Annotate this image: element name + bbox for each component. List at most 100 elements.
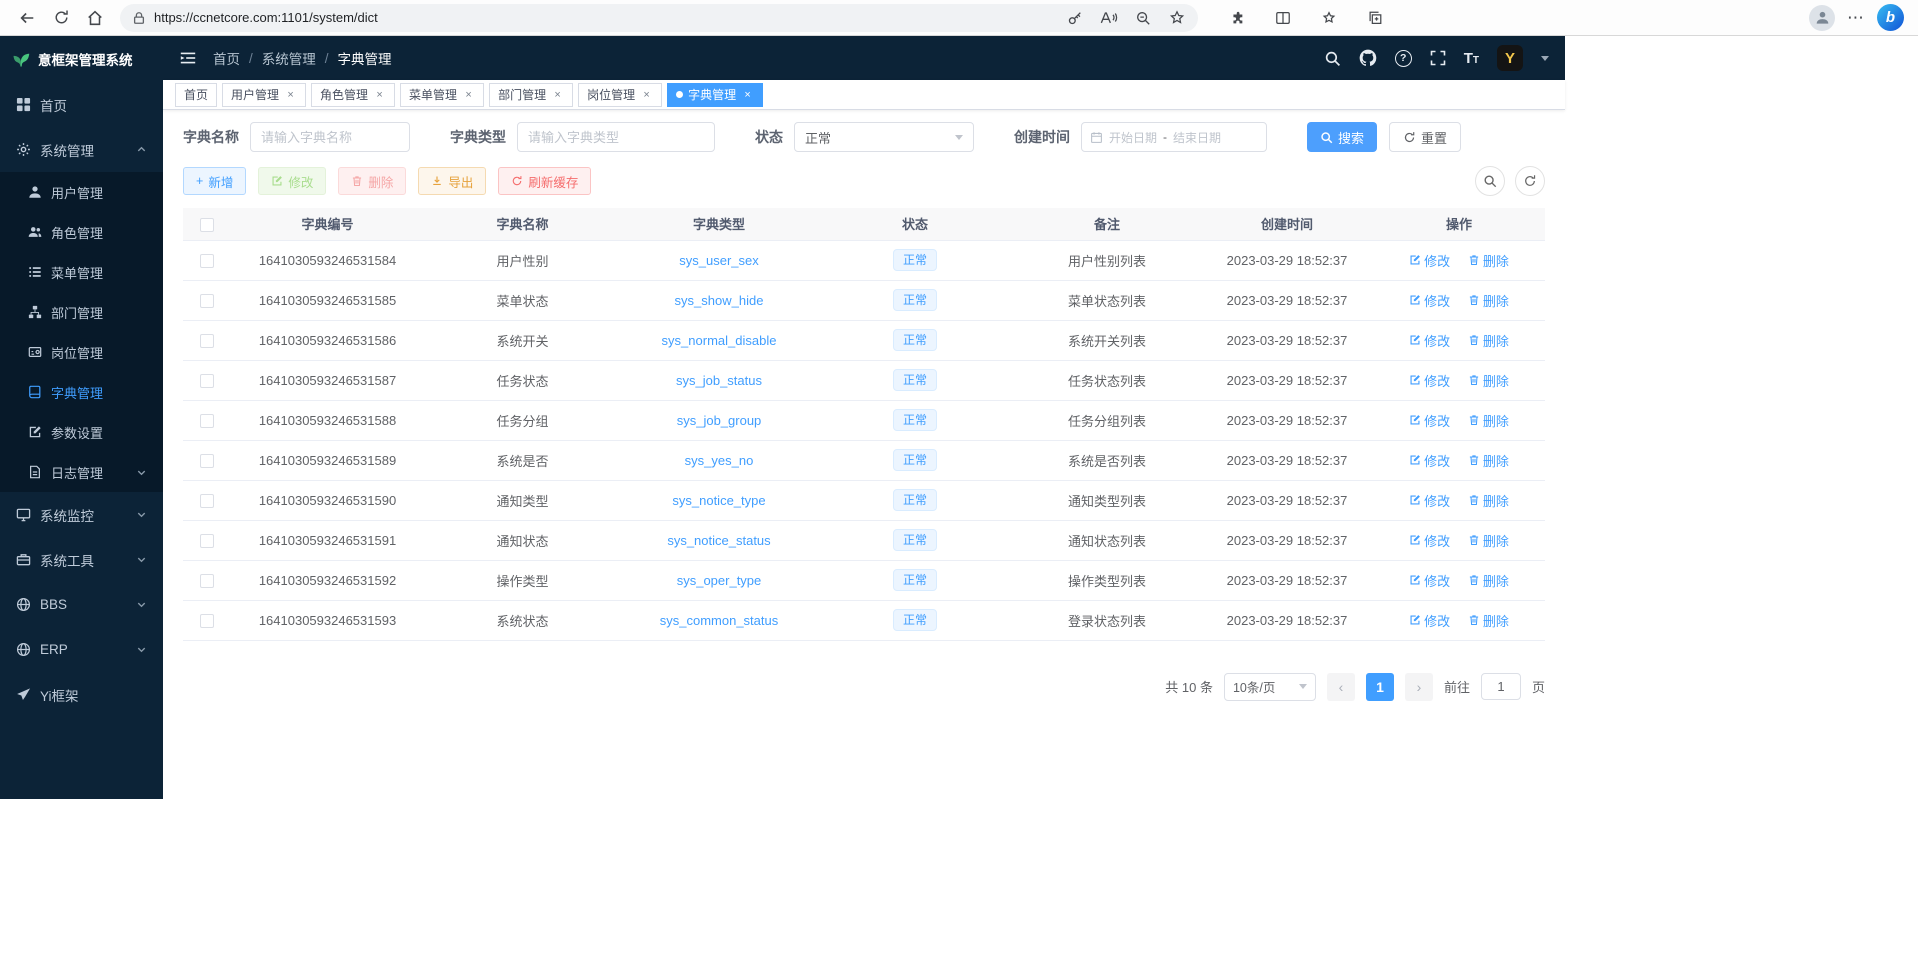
goto-page-input[interactable] <box>1481 673 1521 700</box>
github-link[interactable] <box>1359 49 1377 67</box>
reset-button[interactable]: 重置 <box>1389 122 1461 152</box>
favorites-star-icon[interactable] <box>1312 4 1346 32</box>
row-delete-link[interactable]: 删除 <box>1468 451 1509 470</box>
collections-icon[interactable] <box>1358 4 1392 32</box>
row-edit-link[interactable]: 修改 <box>1409 411 1450 430</box>
tab-dept-mgmt[interactable]: 部门管理× <box>489 83 573 107</box>
help-icon[interactable]: ? <box>1395 50 1412 67</box>
browser-settings-more-icon[interactable]: ⋯ <box>1847 8 1865 28</box>
breadcrumb-system[interactable]: 系统管理 <box>262 48 316 68</box>
sidebar-item-home[interactable]: 首页 <box>0 82 163 127</box>
row-checkbox[interactable] <box>200 294 214 308</box>
dict-type-link[interactable]: sys_common_status <box>660 613 779 628</box>
tab-dict-mgmt[interactable]: 字典管理× <box>667 83 763 107</box>
row-checkbox[interactable] <box>200 494 214 508</box>
delete-button[interactable]: 删除 <box>338 167 406 195</box>
sidebar-item-system-mgmt[interactable]: 系统管理 <box>0 127 163 172</box>
export-button[interactable]: 导出 <box>418 167 486 195</box>
search-button[interactable]: 搜索 <box>1307 122 1377 152</box>
row-delete-link[interactable]: 删除 <box>1468 611 1509 630</box>
tab-close-icon[interactable]: × <box>640 88 653 101</box>
tab-post-mgmt[interactable]: 岗位管理× <box>578 83 662 107</box>
password-key-icon[interactable] <box>1058 4 1092 32</box>
sidebar-item-params[interactable]: 参数设置 <box>0 412 163 452</box>
tab-close-icon[interactable]: × <box>551 88 564 101</box>
breadcrumb-home[interactable]: 首页 <box>213 48 240 68</box>
dict-type-link[interactable]: sys_show_hide <box>675 293 764 308</box>
add-button[interactable]: + 新增 <box>183 167 246 195</box>
sidebar-item-dict[interactable]: 字典管理 <box>0 372 163 412</box>
sidebar-item-posts[interactable]: 岗位管理 <box>0 332 163 372</box>
prev-page-button[interactable]: ‹ <box>1327 673 1355 701</box>
sidebar-item-roles[interactable]: 角色管理 <box>0 212 163 252</box>
fullscreen-button[interactable] <box>1430 50 1446 66</box>
tab-user-mgmt[interactable]: 用户管理× <box>222 83 306 107</box>
dict-type-link[interactable]: sys_notice_type <box>672 493 765 508</box>
header-search-button[interactable] <box>1324 50 1341 67</box>
sidebar-item-monitor[interactable]: 系统监控 <box>0 492 163 537</box>
zoom-out-icon[interactable] <box>1126 4 1160 32</box>
sidebar-item-menus[interactable]: 菜单管理 <box>0 252 163 292</box>
current-page-button[interactable]: 1 <box>1366 673 1394 701</box>
dict-type-link[interactable]: sys_oper_type <box>677 573 762 588</box>
dict-type-link[interactable]: sys_job_status <box>676 373 762 388</box>
row-edit-link[interactable]: 修改 <box>1409 371 1450 390</box>
page-size-select[interactable]: 10条/页 <box>1224 673 1316 701</box>
user-logo-avatar[interactable]: Y <box>1497 45 1523 71</box>
dict-type-link[interactable]: sys_normal_disable <box>662 333 777 348</box>
sidebar-item-bbs[interactable]: BBS <box>0 582 163 627</box>
row-checkbox[interactable] <box>200 254 214 268</box>
split-screen-icon[interactable] <box>1266 4 1300 32</box>
tab-close-icon[interactable]: × <box>462 88 475 101</box>
row-checkbox[interactable] <box>200 334 214 348</box>
row-delete-link[interactable]: 删除 <box>1468 411 1509 430</box>
row-checkbox[interactable] <box>200 534 214 548</box>
tab-role-mgmt[interactable]: 角色管理× <box>311 83 395 107</box>
row-delete-link[interactable]: 删除 <box>1468 251 1509 270</box>
tab-close-icon[interactable]: × <box>284 88 297 101</box>
edit-button[interactable]: 修改 <box>258 167 326 195</box>
row-delete-link[interactable]: 删除 <box>1468 291 1509 310</box>
browser-back-button[interactable] <box>10 4 44 32</box>
row-checkbox[interactable] <box>200 614 214 628</box>
row-delete-link[interactable]: 删除 <box>1468 371 1509 390</box>
next-page-button[interactable]: › <box>1405 673 1433 701</box>
row-checkbox[interactable] <box>200 374 214 388</box>
dict-type-link[interactable]: sys_user_sex <box>679 253 758 268</box>
refresh-cache-button[interactable]: 刷新缓存 <box>498 167 591 195</box>
dict-type-input[interactable] <box>517 122 715 152</box>
address-bar[interactable]: https://ccnetcore.com:1101/system/dict <box>120 4 1198 32</box>
profile-avatar[interactable] <box>1809 5 1835 31</box>
date-range-picker[interactable]: 开始日期 - 结束日期 <box>1081 122 1267 152</box>
browser-home-button[interactable] <box>78 4 112 32</box>
sidebar-item-erp[interactable]: ERP <box>0 627 163 672</box>
add-favorite-star-icon[interactable] <box>1160 4 1194 32</box>
row-checkbox[interactable] <box>200 574 214 588</box>
row-edit-link[interactable]: 修改 <box>1409 491 1450 510</box>
dict-type-link[interactable]: sys_job_group <box>677 413 762 428</box>
refresh-table-button[interactable] <box>1515 166 1545 196</box>
select-all-checkbox[interactable] <box>200 218 214 232</box>
url-text[interactable]: https://ccnetcore.com:1101/system/dict <box>154 10 1058 25</box>
row-edit-link[interactable]: 修改 <box>1409 611 1450 630</box>
row-delete-link[interactable]: 删除 <box>1468 571 1509 590</box>
tab-close-icon[interactable]: × <box>373 88 386 101</box>
row-edit-link[interactable]: 修改 <box>1409 451 1450 470</box>
row-edit-link[interactable]: 修改 <box>1409 291 1450 310</box>
row-delete-link[interactable]: 删除 <box>1468 491 1509 510</box>
sidebar-item-users[interactable]: 用户管理 <box>0 172 163 212</box>
row-edit-link[interactable]: 修改 <box>1409 331 1450 350</box>
tab-close-icon[interactable]: × <box>741 88 754 101</box>
collapse-sidebar-button[interactable] <box>179 49 197 67</box>
dict-type-link[interactable]: sys_notice_status <box>667 533 770 548</box>
tab-menu-mgmt[interactable]: 菜单管理× <box>400 83 484 107</box>
status-select[interactable]: 正常 <box>794 122 974 152</box>
toggle-search-button[interactable] <box>1475 166 1505 196</box>
chevron-down-icon[interactable] <box>1541 56 1549 61</box>
extensions-puzzle-icon[interactable] <box>1220 4 1254 32</box>
row-edit-link[interactable]: 修改 <box>1409 251 1450 270</box>
sidebar-item-tools[interactable]: 系统工具 <box>0 537 163 582</box>
row-delete-link[interactable]: 删除 <box>1468 531 1509 550</box>
sidebar-item-yi-framework[interactable]: Yi框架 <box>0 672 163 717</box>
sidebar-item-departments[interactable]: 部门管理 <box>0 292 163 332</box>
